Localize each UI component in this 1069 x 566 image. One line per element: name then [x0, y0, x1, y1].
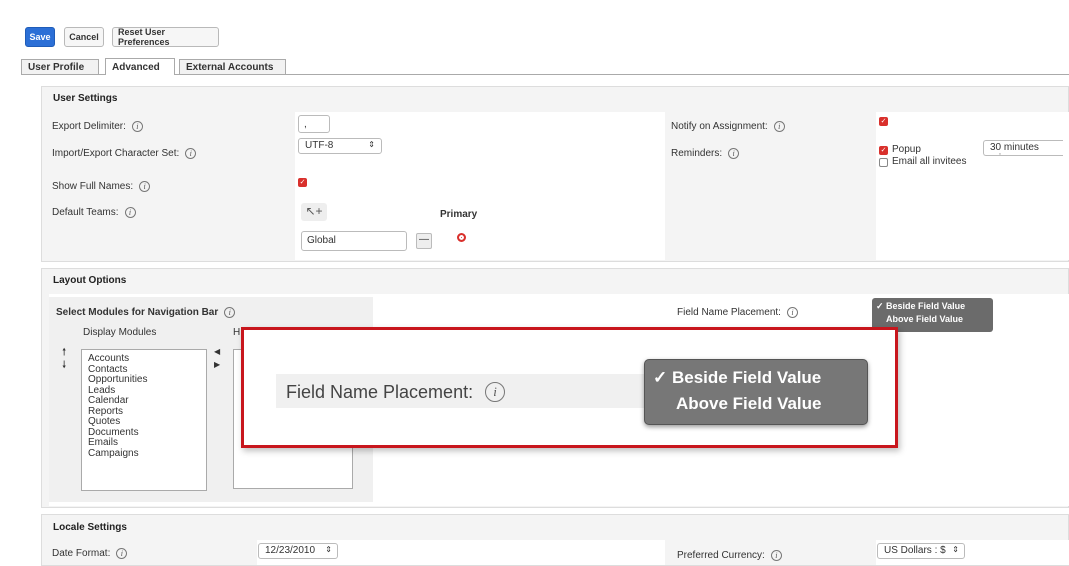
date-format-value: 12/23/2010 — [265, 545, 316, 556]
date-format-label-row: Date Format: i — [52, 548, 128, 560]
info-icon[interactable]: i — [124, 207, 136, 218]
charset-label-row: Import/Export Character Set: i — [52, 148, 197, 160]
email-invitees-label: Email all invitees — [892, 156, 967, 167]
zoom-placement-label: Field Name Placement: — [286, 382, 474, 402]
reminders-label-row: Reminders: i — [671, 148, 740, 160]
info-icon[interactable]: i — [224, 307, 236, 318]
charset-select[interactable]: UTF-8 ⇕ — [298, 138, 382, 154]
export-delimiter-input[interactable]: , — [298, 115, 330, 133]
move-left-icon[interactable]: ◀ — [214, 347, 220, 356]
remove-team-button[interactable]: — — [416, 233, 432, 249]
tab-user-profile[interactable]: User Profile — [21, 59, 99, 74]
team-name-input[interactable]: Global — [301, 231, 407, 251]
notify-assignment-label: Notify on Assignment: — [671, 121, 768, 133]
currency-select[interactable]: US Dollars : $ ⇕ — [877, 543, 965, 559]
primary-column-header: Primary — [440, 209, 478, 220]
list-item[interactable]: Accounts — [88, 353, 200, 365]
popup-label: Popup — [892, 144, 921, 155]
list-item[interactable]: Emails — [88, 437, 200, 449]
select-modules-label: Select Modules for Navigation Bar — [56, 307, 219, 319]
hidden-modules-label: H — [233, 327, 241, 338]
placement-option-beside[interactable]: ✓ Beside Field Value — [876, 301, 965, 312]
info-icon[interactable]: i — [116, 548, 128, 559]
placement-option-above[interactable]: Above Field Value — [886, 314, 963, 324]
select-modules-label-row: Select Modules for Navigation Bar i — [56, 307, 236, 319]
notify-assignment-checkbox[interactable]: ✓ — [879, 117, 888, 126]
locale-settings-panel: Locale Settings Date Format: i 12/23/2010… — [41, 514, 1069, 566]
layout-options-header: Layout Options — [53, 275, 127, 286]
reminder-time-select[interactable]: 30 minutes prio — [983, 140, 1063, 156]
preferred-currency-label-row: Preferred Currency: i — [677, 550, 782, 561]
info-icon[interactable]: i — [728, 148, 740, 159]
preferred-currency-label: Preferred Currency: — [677, 550, 765, 562]
email-invitees-checkbox[interactable] — [879, 158, 888, 167]
tab-advanced[interactable]: Advanced — [105, 58, 175, 75]
default-teams-label: Default Teams: — [52, 207, 119, 219]
show-full-names-checkbox[interactable]: ✓ — [298, 178, 307, 187]
info-icon[interactable]: i — [786, 307, 798, 318]
notify-assignment-label-row: Notify on Assignment: i — [671, 121, 785, 132]
user-settings-header: User Settings — [53, 93, 118, 104]
display-modules-label: Display Modules — [83, 327, 157, 338]
export-delimiter-label-row: Export Delimiter: i — [52, 121, 143, 132]
info-icon[interactable]: i — [773, 121, 785, 132]
user-settings-panel: User Settings Export Delimiter: i , Impor… — [41, 86, 1069, 262]
list-item[interactable]: Calendar — [88, 395, 200, 407]
zoom-option-above: Above Field Value — [676, 394, 822, 413]
cancel-button[interactable]: Cancel — [64, 27, 104, 47]
charset-label: Import/Export Character Set: — [52, 148, 180, 160]
move-right-icon[interactable]: ▶ — [214, 360, 220, 369]
date-format-select[interactable]: 12/23/2010 ⇕ — [258, 543, 338, 559]
info-icon[interactable]: i — [131, 121, 143, 132]
charset-value: UTF-8 — [305, 140, 334, 151]
locale-settings-header: Locale Settings — [53, 522, 127, 533]
select-arrows-icon: ⇕ — [368, 140, 375, 149]
show-full-names-label: Show Full Names: — [52, 181, 134, 193]
list-item[interactable]: Quotes — [88, 416, 200, 428]
default-teams-label-row: Default Teams: i — [52, 207, 136, 218]
info-icon[interactable]: i — [139, 181, 151, 192]
move-down-icon[interactable]: 🠗 — [62, 358, 66, 375]
save-button[interactable]: Save — [25, 27, 55, 47]
zoom-placement-label-row: Field Name Placement: i — [286, 382, 506, 403]
select-arrows-icon: ⇕ — [952, 545, 959, 554]
tab-external-accounts[interactable]: External Accounts — [179, 59, 286, 74]
field-name-placement-label: Field Name Placement: — [677, 307, 781, 319]
field-name-placement-label-row: Field Name Placement: i — [677, 307, 798, 318]
zoom-callout: Field Name Placement: i ✓ Beside Field Va… — [241, 327, 898, 448]
tabs-divider — [21, 74, 1069, 75]
show-full-names-label-row: Show Full Names: i — [52, 181, 151, 193]
display-modules-list[interactable]: Accounts Contacts Opportunities Leads Ca… — [81, 349, 207, 491]
select-arrows-icon: ⇕ — [325, 545, 332, 554]
info-icon: i — [485, 382, 506, 402]
list-item[interactable]: Opportunities — [88, 374, 200, 386]
popup-reminder-checkbox[interactable]: ✓ — [879, 146, 888, 155]
right-values-column — [876, 112, 1069, 260]
select-team-icon[interactable]: ↖+ — [301, 203, 327, 221]
list-item[interactable]: Campaigns — [88, 448, 200, 460]
zoom-option-beside: ✓ Beside Field Value — [653, 368, 822, 387]
primary-team-radio[interactable] — [457, 233, 466, 242]
zoom-placement-dropdown: ✓ Beside Field Value Above Field Value — [644, 359, 868, 425]
info-icon[interactable]: i — [185, 148, 197, 159]
info-icon[interactable]: i — [770, 550, 782, 561]
export-delimiter-label: Export Delimiter: — [52, 121, 126, 133]
reminders-label: Reminders: — [671, 148, 723, 160]
zoom-placement-row: Field Name Placement: i — [276, 374, 651, 408]
currency-value: US Dollars : $ — [884, 545, 946, 556]
date-format-label: Date Format: — [52, 548, 111, 560]
reset-user-preferences-button[interactable]: Reset User Preferences — [112, 27, 219, 47]
